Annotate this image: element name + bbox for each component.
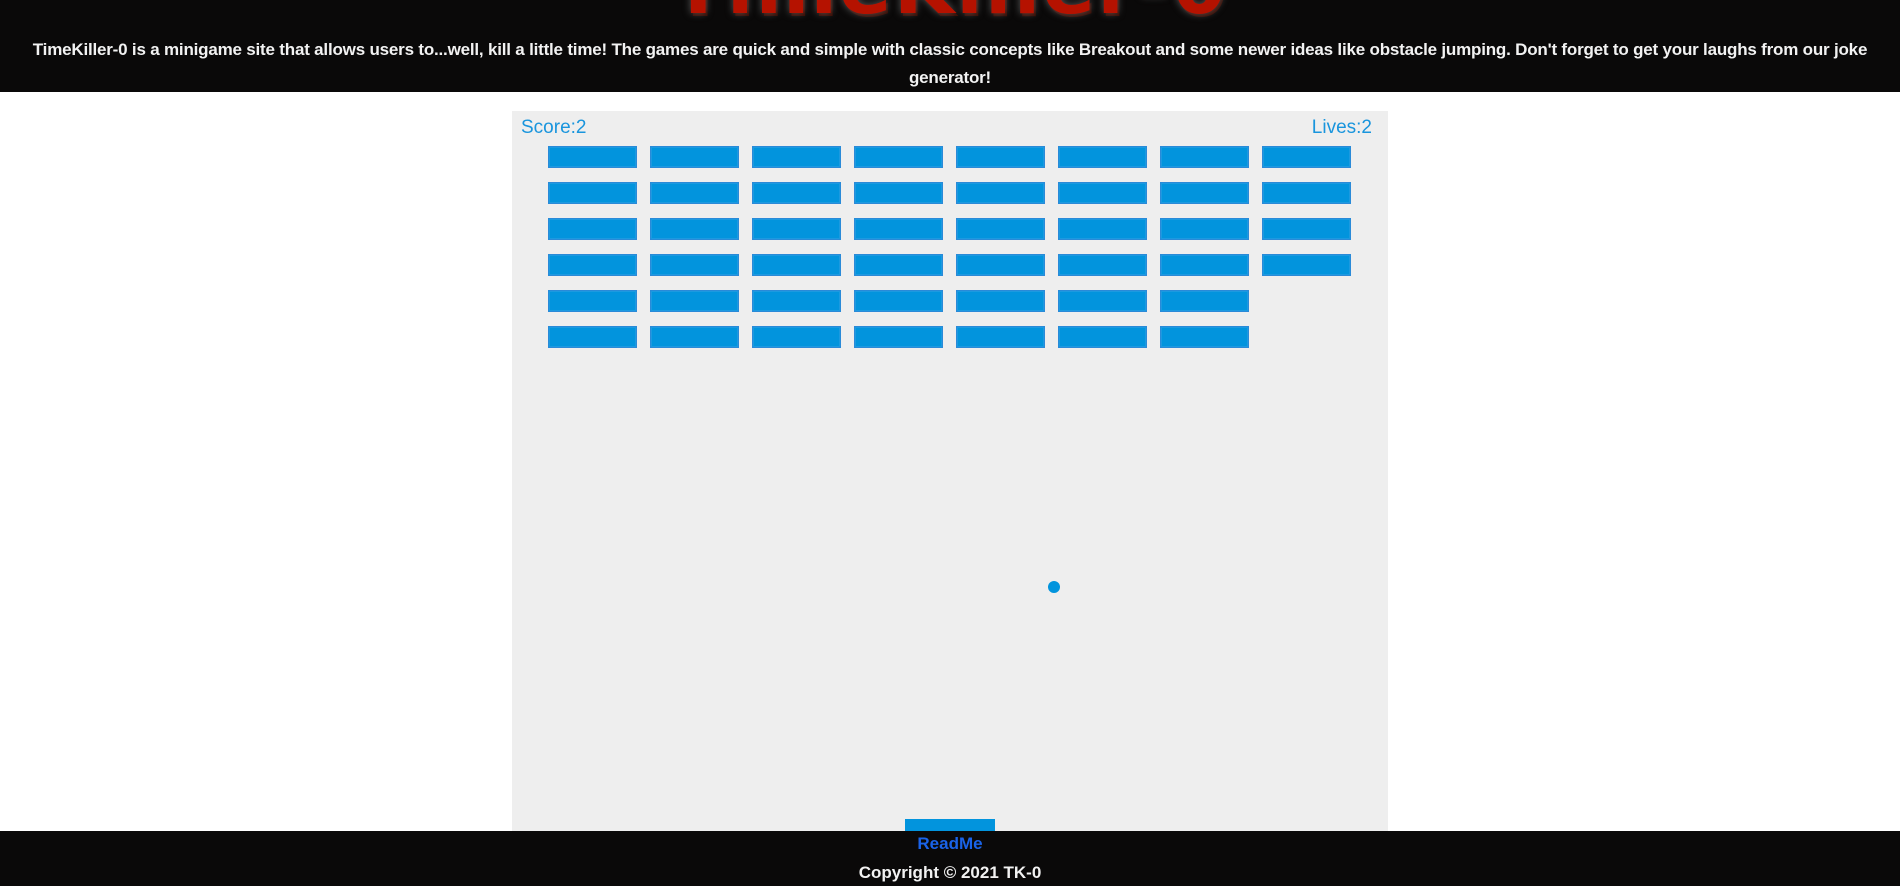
brick <box>548 218 637 240</box>
brick <box>650 326 739 348</box>
brick <box>548 290 637 312</box>
brick <box>1160 254 1249 276</box>
brick <box>1058 182 1147 204</box>
brick <box>752 290 841 312</box>
brick <box>854 254 943 276</box>
brick <box>752 254 841 276</box>
brick <box>548 254 637 276</box>
brick <box>650 290 739 312</box>
brick <box>1160 182 1249 204</box>
brick <box>752 326 841 348</box>
lives-display: Lives:2 <box>1311 117 1372 138</box>
brick <box>956 326 1045 348</box>
brick <box>956 290 1045 312</box>
brick <box>1160 146 1249 168</box>
brick <box>1262 182 1351 204</box>
brick <box>548 146 637 168</box>
brick <box>854 290 943 312</box>
site-header: TimeKiller-0 TimeKiller-0 is a minigame … <box>0 0 1900 92</box>
brick <box>1160 326 1249 348</box>
brick <box>956 182 1045 204</box>
brick <box>956 218 1045 240</box>
site-title: TimeKiller-0 <box>0 0 1900 26</box>
brick <box>752 182 841 204</box>
brick <box>1262 254 1351 276</box>
site-description: TimeKiller-0 is a minigame site that all… <box>32 40 1868 87</box>
brick <box>650 218 739 240</box>
brick <box>854 146 943 168</box>
brick <box>854 218 943 240</box>
site-footer: ReadMe Copyright © 2021 TK-0 <box>0 831 1900 886</box>
brick <box>854 326 943 348</box>
brick <box>1262 218 1351 240</box>
brick <box>1058 146 1147 168</box>
brick <box>854 182 943 204</box>
brick <box>650 182 739 204</box>
brick <box>650 254 739 276</box>
brick <box>1058 218 1147 240</box>
brick <box>1058 254 1147 276</box>
brick <box>1160 218 1249 240</box>
brick <box>548 326 637 348</box>
paddle[interactable] <box>905 819 995 831</box>
brick <box>956 146 1045 168</box>
brick <box>548 182 637 204</box>
brick <box>1262 146 1351 168</box>
ball <box>1048 581 1060 593</box>
brick <box>1058 326 1147 348</box>
score-display: Score:2 <box>521 117 587 138</box>
brick <box>752 218 841 240</box>
brick <box>752 146 841 168</box>
brick <box>956 254 1045 276</box>
brick <box>650 146 739 168</box>
breakout-game-canvas[interactable]: Score:2 Lives:2 <box>512 111 1388 831</box>
copyright-text: Copyright © 2021 TK-0 <box>858 863 1042 882</box>
brick <box>1058 290 1147 312</box>
readme-link[interactable]: ReadMe <box>0 834 1900 854</box>
brick <box>1160 290 1249 312</box>
